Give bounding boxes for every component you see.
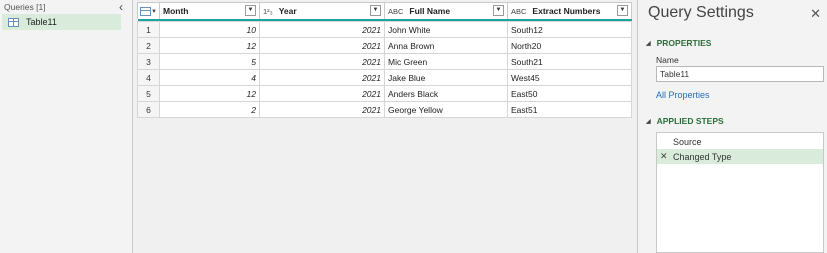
query-item-table11[interactable]: Table11 <box>2 14 121 30</box>
table-menu-button[interactable]: ▼ <box>137 2 160 19</box>
cell-extract-numbers[interactable]: North20 <box>507 37 632 54</box>
table-icon <box>140 6 151 16</box>
applied-steps-heading[interactable]: ◢ APPLIED STEPS <box>646 116 724 126</box>
cell-extract-numbers[interactable]: East50 <box>507 85 632 102</box>
cell-full-name[interactable]: Anders Black <box>384 85 508 102</box>
table-row[interactable]: 3 5 2021 Mic Green South21 <box>137 53 632 70</box>
cell-month[interactable]: 12 <box>159 37 260 54</box>
cell-year[interactable]: 2021 <box>259 53 385 70</box>
cell-extract-numbers[interactable]: West45 <box>507 69 632 86</box>
table-row[interactable]: 6 2 2021 George Yellow East51 <box>137 101 632 118</box>
all-properties-link[interactable]: All Properties <box>656 90 710 100</box>
cell-full-name[interactable]: Anna Brown <box>384 37 508 54</box>
column-header-label: Year <box>278 5 297 16</box>
cell-month[interactable]: 4 <box>159 69 260 86</box>
row-number[interactable]: 6 <box>137 101 160 118</box>
column-header-label: Extract Numbers <box>532 5 601 16</box>
cell-extract-numbers[interactable]: South12 <box>507 21 632 38</box>
collapse-triangle-icon: ◢ <box>646 118 651 125</box>
chevron-down-icon: ▼ <box>151 8 157 15</box>
filter-dropdown-icon[interactable]: ▼ <box>493 5 504 16</box>
row-number[interactable]: 5 <box>137 85 160 102</box>
collapse-triangle-icon: ◢ <box>646 40 651 47</box>
cell-full-name[interactable]: Jake Blue <box>384 69 508 86</box>
column-header-year[interactable]: 1²₃ Year ▼ <box>259 2 385 19</box>
cell-month[interactable]: 10 <box>159 21 260 38</box>
column-header-label: Full Name <box>409 5 451 16</box>
table-icon <box>8 17 19 27</box>
cell-full-name[interactable]: John White <box>384 21 508 38</box>
table-row[interactable]: 2 12 2021 Anna Brown North20 <box>137 37 632 54</box>
data-grid: ▼ Month ▼ 1²₃ Year ▼ ABC Full Name ▼ ABC… <box>137 2 632 118</box>
cell-full-name[interactable]: George Yellow <box>384 101 508 118</box>
column-header-month[interactable]: Month ▼ <box>159 2 260 19</box>
row-number[interactable]: 1 <box>137 21 160 38</box>
table-row[interactable]: 1 10 2021 John White South12 <box>137 21 632 38</box>
properties-heading[interactable]: ◢ PROPERTIES <box>646 38 711 48</box>
query-settings-title: Query Settings <box>648 4 754 21</box>
step-label: Changed Type <box>673 151 732 162</box>
filter-dropdown-icon[interactable]: ▼ <box>370 5 381 16</box>
query-settings-pane: Query Settings ✕ ◢ PROPERTIES Name All P… <box>637 0 827 253</box>
text-type-icon[interactable]: ABC <box>511 7 526 16</box>
queries-header: Queries [1] <box>4 2 46 12</box>
name-label: Name <box>656 55 679 65</box>
row-number[interactable]: 4 <box>137 69 160 86</box>
cell-year[interactable]: 2021 <box>259 85 385 102</box>
cell-year[interactable]: 2021 <box>259 37 385 54</box>
query-name-field[interactable] <box>656 66 824 82</box>
cell-year[interactable]: 2021 <box>259 21 385 38</box>
cell-extract-numbers[interactable]: South21 <box>507 53 632 70</box>
data-grid-area: ▼ Month ▼ 1²₃ Year ▼ ABC Full Name ▼ ABC… <box>134 0 636 253</box>
delete-step-icon[interactable]: ✕ <box>660 151 668 162</box>
column-header-extract-numbers[interactable]: ABC Extract Numbers ▼ <box>507 2 632 19</box>
number-type-icon[interactable]: 1²₃ <box>263 7 273 16</box>
queries-pane: Queries [1] ‹ Table11 <box>0 0 133 253</box>
table-row[interactable]: 4 4 2021 Jake Blue West45 <box>137 69 632 86</box>
section-heading-label: APPLIED STEPS <box>656 116 724 126</box>
power-query-editor: Queries [1] ‹ Table11 ▼ Month ▼ 1²₃ Year <box>0 0 827 253</box>
query-item-label: Table11 <box>26 17 57 27</box>
row-number[interactable]: 2 <box>137 37 160 54</box>
filter-dropdown-icon[interactable]: ▼ <box>617 5 628 16</box>
close-icon[interactable]: ✕ <box>810 6 821 22</box>
applied-steps-list: Source ✕ Changed Type <box>656 132 824 253</box>
column-header-label: Month <box>163 5 189 16</box>
table-row[interactable]: 5 12 2021 Anders Black East50 <box>137 85 632 102</box>
step-label: Source <box>673 136 702 147</box>
applied-step-source[interactable]: Source <box>657 134 823 149</box>
cell-month[interactable]: 12 <box>159 85 260 102</box>
column-header-full-name[interactable]: ABC Full Name ▼ <box>384 2 508 19</box>
applied-step-changed-type[interactable]: ✕ Changed Type <box>657 149 823 164</box>
cell-extract-numbers[interactable]: East51 <box>507 101 632 118</box>
section-heading-label: PROPERTIES <box>656 38 712 48</box>
cell-year[interactable]: 2021 <box>259 69 385 86</box>
cell-year[interactable]: 2021 <box>259 101 385 118</box>
text-type-icon[interactable]: ABC <box>388 7 403 16</box>
cell-full-name[interactable]: Mic Green <box>384 53 508 70</box>
chevron-left-icon[interactable]: ‹ <box>119 0 123 14</box>
filter-dropdown-icon[interactable]: ▼ <box>245 5 256 16</box>
cell-month[interactable]: 2 <box>159 101 260 118</box>
row-number[interactable]: 3 <box>137 53 160 70</box>
cell-month[interactable]: 5 <box>159 53 260 70</box>
